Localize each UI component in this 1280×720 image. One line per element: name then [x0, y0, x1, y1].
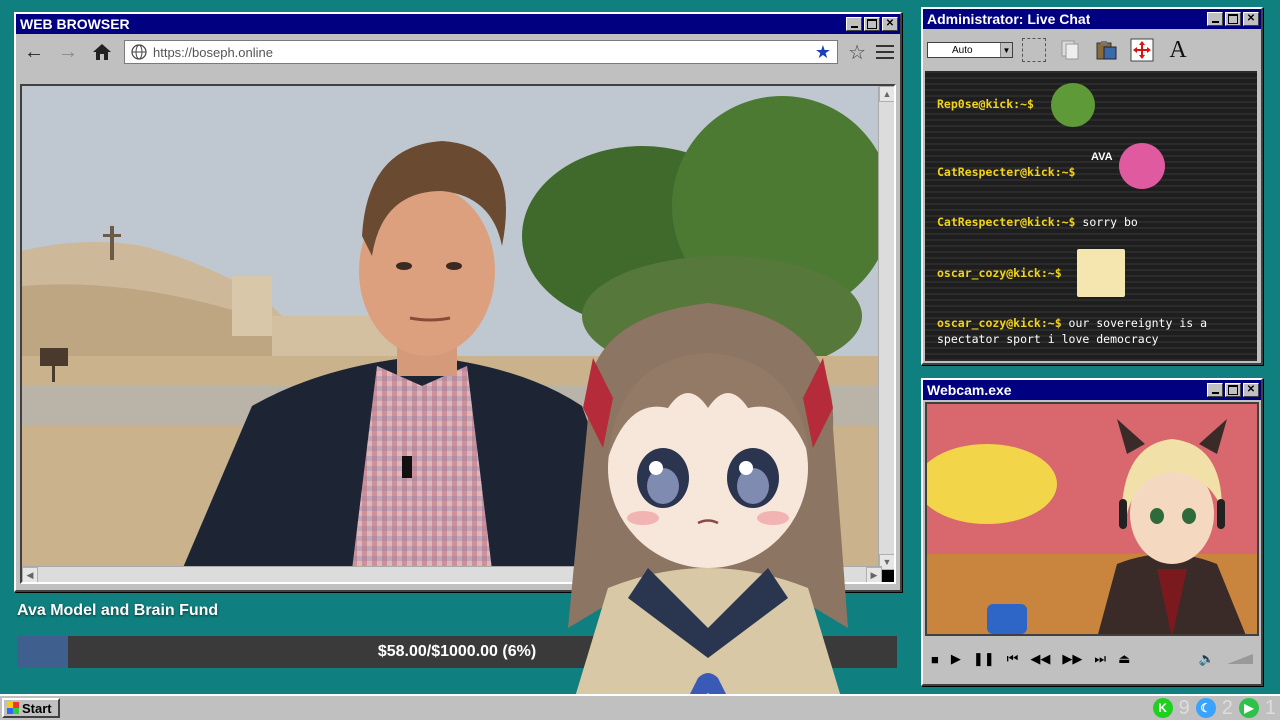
start-label: Start [22, 700, 52, 716]
maximize-button[interactable] [1225, 12, 1241, 26]
text-tool-icon[interactable]: A [1163, 35, 1193, 65]
bookmark-star-icon[interactable]: ☆ [848, 40, 866, 65]
webcam-titlebar[interactable]: Webcam.exe [923, 380, 1261, 400]
webcam-title: Webcam.exe [927, 382, 1012, 398]
back-button[interactable]: ← [22, 40, 46, 64]
maximize-button[interactable] [864, 17, 880, 31]
browser-titlebar[interactable]: WEB BROWSER [16, 14, 900, 34]
chat-message: spectator sport i love democracy [937, 332, 1159, 346]
move-icon[interactable] [1127, 35, 1157, 65]
globe-icon [131, 44, 147, 60]
scroll-left-arrow[interactable]: ◀ [22, 567, 38, 582]
font-size-select[interactable]: Auto ▼ [927, 42, 1013, 58]
skip-forward-icon[interactable]: ⏭ [1094, 651, 1106, 667]
eject-icon[interactable]: ⏏ [1118, 651, 1130, 667]
close-button[interactable] [1243, 12, 1259, 26]
tray-count: 1 [1264, 696, 1276, 719]
chat-window: Administrator: Live Chat Auto ▼ A Rep0se… [921, 7, 1263, 365]
screaming-frog-emote-icon [1051, 83, 1095, 127]
chat-username[interactable]: Rep0se@kick:~$ [937, 97, 1034, 111]
chat-username[interactable]: oscar_cozy@kick:~$ [937, 266, 1062, 280]
chat-message: oscar_cozy@kick:~$ [937, 266, 1062, 280]
chat-username[interactable]: oscar_cozy@kick:~$ [937, 316, 1062, 330]
chat-message: CatRespecter@kick:~$ sorry bo [937, 215, 1138, 229]
webcam-scene [927, 404, 1257, 634]
media-controls: ■ ▶ ❚❚ ⏮ ◀◀ ▶▶ ⏭ ⏏ 🔈 [931, 648, 1253, 670]
chat-title: Administrator: Live Chat [927, 11, 1091, 27]
font-size-value: Auto [952, 44, 973, 56]
emote-label: AVA [1091, 151, 1113, 163]
taskbar: Start K 9 ☾ 2 ▶ 1 [0, 694, 1280, 720]
forward-button[interactable]: → [56, 40, 80, 64]
minimize-button[interactable] [846, 17, 862, 31]
chat-text: sorry bo [1075, 215, 1138, 229]
chat-message: Rep0se@kick:~$ [937, 97, 1034, 111]
anime-girl-emote-icon [1077, 249, 1125, 297]
maximize-button[interactable] [1225, 383, 1241, 397]
ava-donut-frog-emote-icon [1119, 143, 1165, 189]
home-button[interactable] [90, 40, 114, 64]
chat-messages[interactable]: Rep0se@kick:~$ CatRespecter@kick:~$ AVA Cat… [925, 71, 1257, 361]
stop-icon[interactable]: ■ [931, 652, 939, 667]
bookmarked-star-icon[interactable]: ★ [815, 42, 831, 63]
webcam-window: Webcam.exe ■ ▶ ❚❚ ⏮ ◀◀ ▶▶ ⏭ ⏏ 🔈 [921, 378, 1263, 686]
kick-icon[interactable]: K [1152, 698, 1173, 718]
chevron-down-icon: ▼ [1000, 43, 1012, 57]
tray-count: 9 [1178, 696, 1190, 719]
rewind-icon[interactable]: ◀◀ [1030, 651, 1050, 667]
chat-message: oscar_cozy@kick:~$ our sovereignty is a [937, 316, 1207, 330]
vtuber-avatar [548, 298, 868, 720]
paste-icon[interactable] [1091, 35, 1121, 65]
windows-logo-icon [7, 702, 19, 714]
webcam-view [925, 402, 1259, 636]
system-tray: K 9 ☾ 2 ▶ 1 [1152, 696, 1276, 720]
volume-slider[interactable] [1227, 654, 1253, 664]
tray-count: 2 [1221, 696, 1233, 719]
address-bar[interactable]: https://boseph.online ★ [124, 40, 839, 64]
close-button[interactable] [1243, 383, 1259, 397]
scroll-up-arrow[interactable]: ▲ [879, 86, 894, 102]
copy-icon[interactable] [1055, 35, 1085, 65]
fund-title: Ava Model and Brain Fund [17, 602, 219, 619]
chat-toolbar: Auto ▼ A [923, 29, 1261, 71]
pause-icon[interactable]: ❚❚ [973, 651, 995, 667]
chat-username[interactable]: CatRespecter@kick:~$ [937, 165, 1075, 179]
url-text[interactable]: https://boseph.online [153, 45, 809, 60]
close-button[interactable] [882, 17, 898, 31]
chat-text: spectator sport i love democracy [937, 332, 1159, 346]
browser-toolbar: ← → https://boseph.online ★ ☆ [16, 34, 900, 70]
minimize-button[interactable] [1207, 12, 1223, 26]
select-tool-icon[interactable] [1022, 38, 1046, 62]
start-button[interactable]: Start [2, 698, 60, 718]
home-icon [93, 44, 111, 60]
chat-text: our sovereignty is a [1061, 316, 1208, 330]
play-icon[interactable]: ▶ [1238, 698, 1259, 718]
vertical-scrollbar[interactable]: ▲ ▼ [878, 86, 894, 570]
skip-back-icon[interactable]: ⏮ [1007, 651, 1019, 667]
moon-icon[interactable]: ☾ [1195, 698, 1216, 718]
chat-message: CatRespecter@kick:~$ [937, 165, 1075, 179]
fast-forward-icon[interactable]: ▶▶ [1062, 651, 1082, 667]
chat-titlebar[interactable]: Administrator: Live Chat [923, 9, 1261, 29]
chat-username[interactable]: CatRespecter@kick:~$ [937, 215, 1075, 229]
play-icon[interactable]: ▶ [951, 651, 961, 667]
volume-icon[interactable]: 🔈 [1199, 651, 1215, 667]
browser-title: WEB BROWSER [20, 16, 130, 32]
scroll-right-arrow[interactable]: ▶ [866, 567, 882, 582]
minimize-button[interactable] [1207, 383, 1223, 397]
menu-icon[interactable] [876, 45, 894, 59]
